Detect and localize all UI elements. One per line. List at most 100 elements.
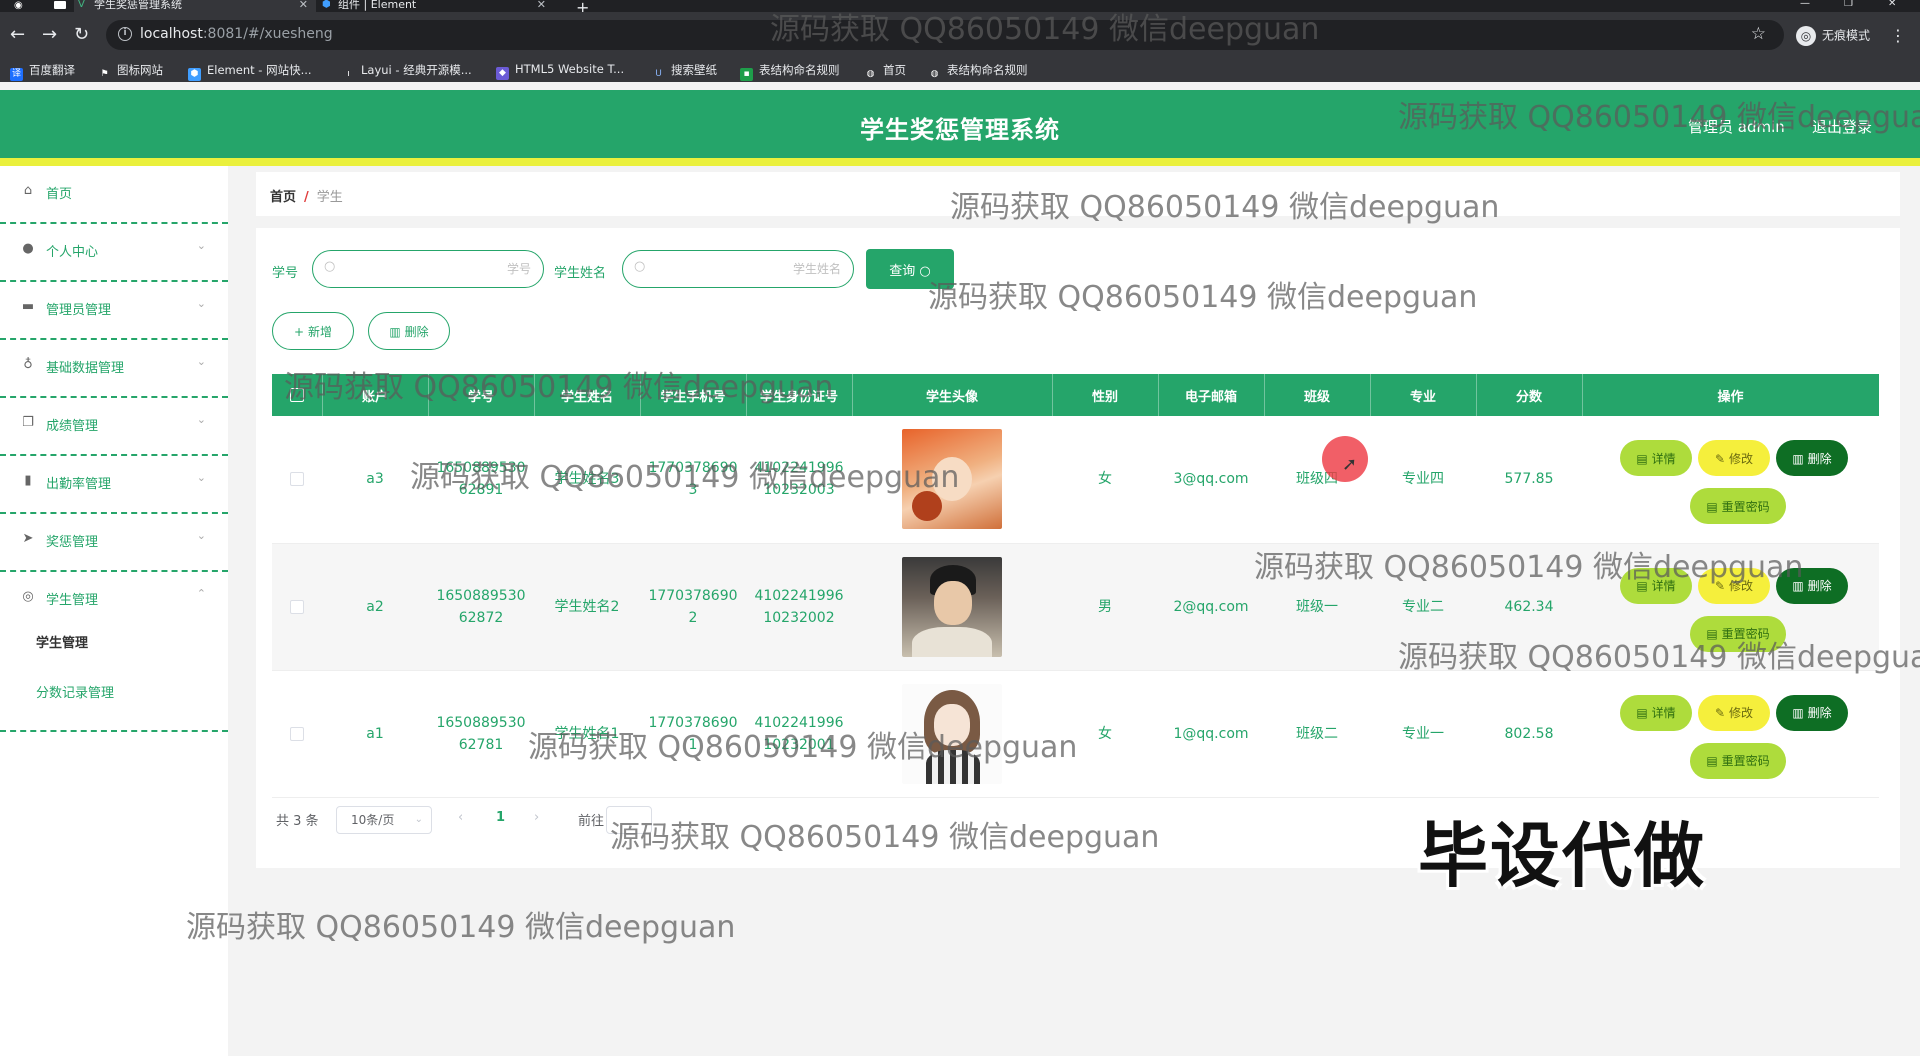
cell-major: 专业二	[1370, 543, 1476, 671]
bookmark-star-icon[interactable]: ☆	[1751, 24, 1766, 44]
add-button[interactable]: + 新增	[272, 312, 354, 350]
browser-tab[interactable]: ⬢ 组件 | Element ✕	[318, 0, 554, 12]
page-number[interactable]: 1	[496, 810, 505, 825]
cell-email: 1@qq.com	[1158, 670, 1264, 798]
row-checkbox[interactable]	[290, 599, 304, 614]
forward-icon[interactable]: →	[42, 26, 57, 44]
browser-tab-active[interactable]: V 学生奖惩管理系统 ✕	[74, 0, 316, 12]
student-avatar	[902, 556, 1002, 657]
detail-button[interactable]: ▤ 详情	[1620, 567, 1692, 604]
html5-icon: ◆	[496, 67, 509, 80]
reload-icon[interactable]: ↻	[74, 26, 89, 44]
chat-icon: ▬	[21, 299, 35, 314]
vue-icon: V	[78, 0, 85, 10]
bookmark-item[interactable]: 译百度翻译	[10, 62, 75, 81]
cell-email: 2@qq.com	[1158, 543, 1264, 671]
cell-account: a3	[322, 416, 428, 544]
edit-button[interactable]: ✎ 修改	[1698, 440, 1770, 477]
detail-button[interactable]: ▤ 详情	[1620, 694, 1692, 731]
delete-button[interactable]: ▥ 删除	[1776, 440, 1848, 477]
breadcrumb: 首页 / 学生	[270, 186, 343, 205]
column-header: 操作	[1582, 374, 1880, 416]
info-icon[interactable]: i	[118, 27, 132, 41]
bookmark-item[interactable]: ◆ HTML5 Website T...	[496, 62, 624, 80]
cell-class: 班级一	[1264, 543, 1370, 671]
edit-button[interactable]: ✎ 修改	[1698, 694, 1770, 731]
sidebar-item-label: 管理员管理	[46, 303, 112, 318]
table-row: a2 1650889530 62872 学生姓名2 1770378690 2 410…	[272, 543, 1879, 671]
query-button[interactable]: 查询 ○	[866, 249, 954, 289]
reset-password-button[interactable]: ▤ 重置密码	[1690, 615, 1786, 652]
bookmark-item[interactable]: ⬢ Element - 网站快...	[188, 62, 312, 81]
bookmark-item[interactable]: U 搜索壁纸	[652, 62, 717, 81]
breadcrumb-home[interactable]: 首页	[270, 190, 296, 205]
batch-delete-button[interactable]: ▥ 删除	[368, 312, 450, 350]
globe-icon: ◍	[864, 68, 877, 81]
sidebar-item-attendance[interactable]: ▮ 出勤率管理 ⌄	[0, 456, 228, 514]
students-table: 账户 学号 学生姓名 学生手机号 学生身份证号 学生头像 性别 电子邮箱 班级 …	[272, 374, 1880, 798]
student-no-label: 学号	[272, 266, 299, 281]
delete-button[interactable]: ▥ 删除	[1776, 694, 1848, 731]
sidebar-item-label: 首页	[46, 187, 73, 202]
cell-id-card: 4102241996 10232001	[746, 670, 852, 798]
trash-icon: ▥	[1792, 451, 1804, 466]
column-header: 电子邮箱	[1158, 374, 1265, 416]
next-page-icon[interactable]: ›	[534, 810, 539, 825]
reset-password-button[interactable]: ▤ 重置密码	[1690, 488, 1786, 525]
bookmark-item[interactable]: ⚑ 图标网站	[98, 62, 163, 81]
column-header: 学号	[428, 374, 535, 416]
home-icon: ⌂	[23, 183, 33, 198]
student-no-input[interactable]	[312, 250, 544, 288]
window-icon	[54, 1, 66, 9]
student-name-input[interactable]	[622, 250, 854, 288]
back-icon[interactable]: ←	[10, 26, 25, 44]
prev-page-icon[interactable]: ‹	[458, 810, 463, 825]
sidebar-item-admins[interactable]: ▬ 管理员管理 ⌄	[0, 282, 228, 340]
cell-score: 802.58	[1476, 670, 1582, 798]
bookmark-item[interactable]: ı Layui - 经典开源模...	[342, 62, 472, 81]
select-all-header[interactable]	[272, 374, 323, 416]
chevron-down-icon: ⌄	[414, 814, 423, 825]
bookmark-item[interactable]: ▪ 表结构命名规则	[740, 62, 840, 81]
sidebar-item-grades[interactable]: ❐ 成绩管理 ⌄	[0, 398, 228, 456]
bar-chart-icon: ▮	[24, 473, 32, 488]
sidebar-item-profile[interactable]: ● 个人中心 ⌄	[0, 224, 228, 282]
cell-score: 462.34	[1476, 543, 1582, 671]
reset-password-button[interactable]: ▤ 重置密码	[1690, 742, 1786, 779]
logout-link[interactable]: 退出登录	[1812, 116, 1872, 137]
delete-button[interactable]: ▥ 删除	[1776, 567, 1848, 604]
incognito-badge[interactable]: ◎ 无痕模式	[1796, 26, 1870, 46]
breadcrumb-current: 学生	[316, 190, 343, 205]
sidebar-item-home[interactable]: ⌂ 首页	[0, 166, 228, 224]
cell-name: 学生姓名1	[534, 670, 640, 798]
select-all-checkbox[interactable]	[289, 388, 304, 402]
address-bar-row: ← → ↻ i localhost:8081/#/xuesheng ☆ ◎ 无痕模…	[0, 12, 1920, 64]
close-icon[interactable]: ✕	[537, 0, 546, 10]
browser-menu-icon[interactable]: ⋮	[1890, 26, 1906, 45]
detail-button[interactable]: ▤ 详情	[1620, 440, 1692, 477]
url-bar[interactable]: i localhost:8081/#/xuesheng ☆	[106, 20, 1784, 50]
row-checkbox[interactable]	[290, 726, 304, 741]
close-window-icon[interactable]: ✕	[1888, 0, 1896, 9]
goto-page-input[interactable]	[606, 806, 652, 834]
document-icon: ▤	[1706, 627, 1718, 641]
cell-gender: 男	[1052, 543, 1158, 671]
layui-icon: ı	[342, 68, 355, 81]
cell-email: 3@qq.com	[1158, 416, 1264, 544]
bookmark-item[interactable]: ◍ 首页	[864, 62, 906, 81]
cell-class: 班级二	[1264, 670, 1370, 798]
chevron-down-icon: ⌄	[196, 239, 206, 252]
bookmark-item[interactable]: ◍ 表结构命名规则	[928, 62, 1028, 81]
row-checkbox[interactable]	[290, 472, 304, 487]
sidebar-item-basic-data[interactable]: ♁ 基础数据管理 ⌄	[0, 340, 228, 398]
maximize-icon[interactable]: ❐	[1844, 0, 1853, 9]
sidebar-subitem-students[interactable]: 学生管理	[36, 632, 88, 651]
edit-button[interactable]: ✎ 修改	[1698, 567, 1770, 604]
table-header-row: 账户 学号 学生姓名 学生手机号 学生身份证号 学生头像 性别 电子邮箱 班级 …	[272, 374, 1880, 416]
close-icon[interactable]: ✕	[299, 0, 308, 10]
page-size-select[interactable]: 10条/页 ⌄	[336, 806, 432, 834]
sidebar-item-students[interactable]: ◎ 学生管理 ⌃ 学生管理 分数记录管理	[0, 572, 228, 732]
sidebar-item-rewards[interactable]: ➤ 奖惩管理 ⌄	[0, 514, 228, 572]
sidebar-subitem-score-records[interactable]: 分数记录管理	[36, 682, 114, 701]
minimize-icon[interactable]: —	[1800, 0, 1810, 9]
